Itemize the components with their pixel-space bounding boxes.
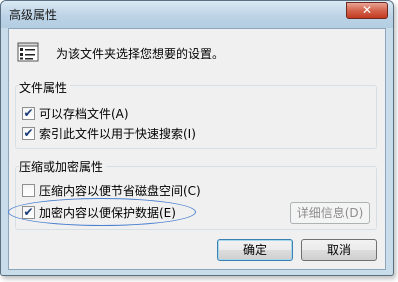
compress-label[interactable]: 压缩内容以便节省磁盘空间(C): [39, 182, 201, 199]
dialog-content: 为该文件夹选择您想要的设置。 文件属性 ✔ 可以存档文件(A) ✔ 索引此文件以…: [8, 28, 386, 270]
annotation-ellipse: [8, 198, 196, 226]
file-attributes-title: 文件属性: [19, 79, 71, 96]
check-icon: ✔: [23, 125, 34, 140]
index-checkbox[interactable]: ✔: [22, 125, 35, 140]
close-icon: ✕: [361, 3, 373, 17]
window-title: 高级属性: [9, 8, 58, 22]
close-button[interactable]: ✕: [346, 2, 388, 19]
compress-checkbox[interactable]: [22, 183, 35, 197]
compress-checkbox-row[interactable]: 压缩内容以便节省磁盘空间(C): [22, 182, 201, 198]
title-bar[interactable]: 高级属性 ✕: [1, 1, 393, 28]
cancel-button[interactable]: 取消: [301, 239, 377, 261]
compress-encrypt-title: 压缩或加密属性: [19, 158, 107, 175]
intro-text: 为该文件夹选择您想要的设置。: [56, 47, 225, 61]
archive-checkbox-row[interactable]: ✔ 可以存档文件(A): [22, 105, 129, 121]
folder-properties-icon: [17, 42, 41, 64]
ok-button[interactable]: 确定: [217, 239, 293, 261]
details-button[interactable]: 详细信息(D): [290, 202, 370, 224]
index-label[interactable]: 索引此文件以用于快速搜索(I): [39, 125, 196, 142]
archive-label[interactable]: 可以存档文件(A): [39, 105, 129, 122]
archive-checkbox[interactable]: ✔: [22, 105, 35, 120]
check-icon: ✔: [23, 105, 34, 120]
index-checkbox-row[interactable]: ✔ 索引此文件以用于快速搜索(I): [22, 125, 196, 141]
advanced-attributes-dialog: 高级属性 ✕ 为该文件夹选择您想要的设置。 文件属性 ✔ 可以存档文件(A) ✔…: [0, 0, 394, 276]
